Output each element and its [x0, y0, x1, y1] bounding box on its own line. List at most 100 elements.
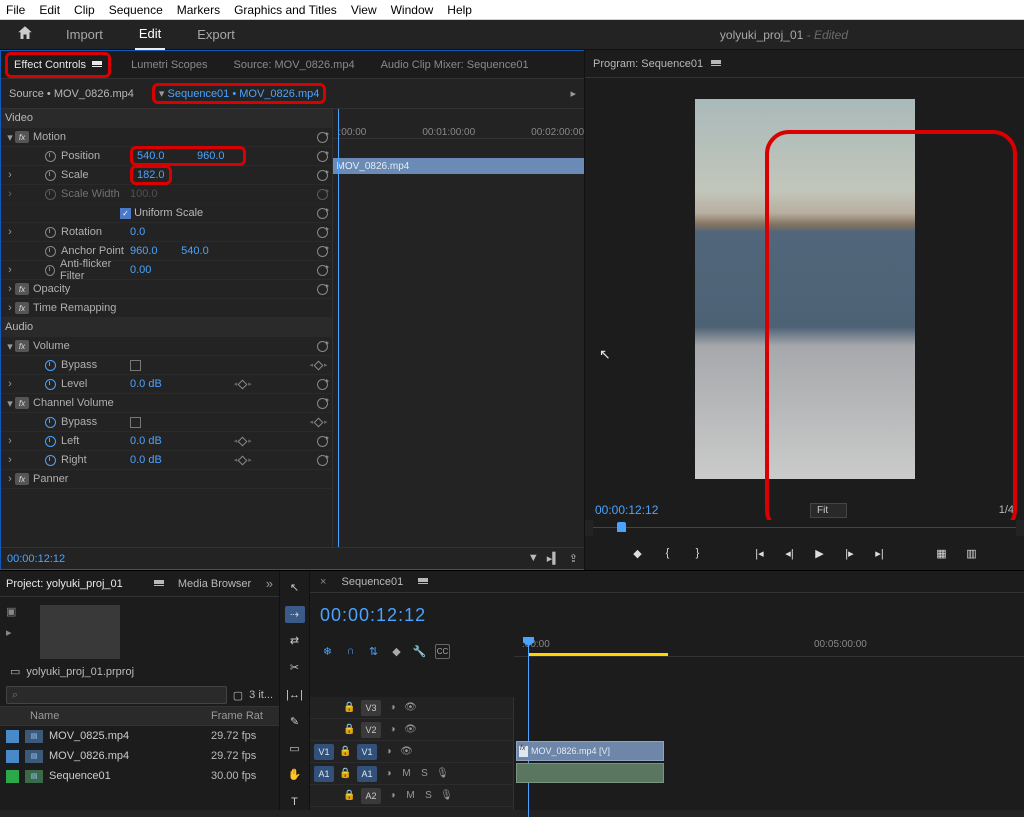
stopwatch-icon[interactable]: [45, 227, 56, 238]
out-point-icon[interactable]: }: [690, 545, 706, 561]
toggle-output-icon[interactable]: ◑: [386, 724, 399, 735]
keyframe-icon[interactable]: [314, 360, 324, 370]
panel-menu-icon[interactable]: [92, 61, 102, 69]
keyframe-icon[interactable]: [238, 436, 248, 446]
linked-sel-icon[interactable]: ⇅: [366, 644, 381, 659]
in-point-icon[interactable]: {: [660, 545, 676, 561]
type-tool-icon[interactable]: T: [285, 793, 305, 810]
motion-effect[interactable]: ▾fx Motion: [1, 128, 332, 147]
menu-view[interactable]: View: [351, 3, 377, 17]
toggle-output-icon[interactable]: ◑: [386, 702, 399, 713]
zoom-dropdown[interactable]: Fit: [810, 503, 847, 518]
preview-thumb[interactable]: [40, 605, 120, 659]
camera-icon[interactable]: ▣: [6, 605, 16, 618]
tab-media-browser[interactable]: Media Browser: [178, 578, 251, 590]
step-fwd-icon[interactable]: |▸: [842, 545, 858, 561]
timeline-playhead-line[interactable]: [528, 637, 529, 817]
stopwatch-icon[interactable]: [45, 265, 55, 276]
settings-icon[interactable]: 🔧: [412, 644, 427, 659]
reset-icon[interactable]: [317, 284, 328, 295]
stopwatch-icon[interactable]: [45, 360, 56, 371]
ws-edit[interactable]: Edit: [135, 19, 165, 50]
checkbox-icon[interactable]: ✓: [120, 208, 131, 219]
reset-icon[interactable]: [317, 170, 328, 181]
position-y[interactable]: 960.0: [197, 150, 239, 162]
reset-icon[interactable]: [317, 265, 328, 276]
channel-volume-effect[interactable]: ▾fx Channel Volume: [1, 394, 332, 413]
goto-out-icon[interactable]: ▸|: [872, 545, 888, 561]
lock-icon[interactable]: 🔒: [339, 746, 352, 757]
timeline-tc[interactable]: 00:00:12:12: [320, 605, 426, 626]
play-only-icon[interactable]: ▸: [570, 87, 576, 100]
panner-effect[interactable]: ›fx Panner: [1, 470, 332, 489]
reset-icon[interactable]: [317, 151, 328, 162]
bin-icon[interactable]: ▭: [10, 665, 20, 678]
asset-row[interactable]: ▤ Sequence01 30.00 fps: [0, 766, 279, 786]
lock-icon[interactable]: 🔒: [343, 724, 356, 735]
search-input[interactable]: [6, 686, 227, 704]
audio-clip[interactable]: [516, 763, 664, 783]
track-v2[interactable]: 🔒 V2 ◑ 👁: [310, 719, 513, 741]
stopwatch-icon[interactable]: [45, 455, 56, 466]
goto-in-icon[interactable]: |◂: [752, 545, 768, 561]
razor-tool-icon[interactable]: ✂: [285, 659, 305, 676]
tab-project[interactable]: Project: yolyuki_proj_01: [6, 578, 123, 590]
toggle-output-icon[interactable]: ◑: [382, 768, 395, 779]
lock-icon[interactable]: 🔒: [339, 768, 352, 779]
track-a1[interactable]: A1 🔒 A1 ◑ MS 🎙: [310, 763, 513, 785]
reset-icon[interactable]: [317, 379, 328, 390]
tab-source[interactable]: Source: MOV_0826.mp4: [228, 55, 361, 75]
reset-icon[interactable]: [317, 455, 328, 466]
video-clip[interactable]: fx MOV_0826.mp4 [V]: [516, 741, 664, 761]
panel-menu-icon[interactable]: [154, 580, 164, 588]
ws-import[interactable]: Import: [62, 20, 107, 49]
ws-export[interactable]: Export: [193, 20, 239, 49]
reset-icon[interactable]: [317, 208, 328, 219]
toggle-output-icon[interactable]: ◑: [386, 790, 399, 801]
snap-icon[interactable]: ❄: [320, 644, 335, 659]
lift-icon[interactable]: ▦: [934, 545, 950, 561]
new-bin-icon[interactable]: ▢: [233, 689, 243, 702]
mic-icon[interactable]: 🎙: [440, 790, 453, 801]
reset-icon[interactable]: [317, 132, 328, 143]
stopwatch-icon[interactable]: [45, 246, 56, 257]
stopwatch-icon[interactable]: [45, 151, 56, 162]
reset-icon[interactable]: [317, 341, 328, 352]
keyframe-icon[interactable]: [238, 379, 248, 389]
hand-tool-icon[interactable]: ✋: [285, 766, 305, 783]
panel-menu-icon[interactable]: [711, 60, 721, 68]
tab-lumetri[interactable]: Lumetri Scopes: [125, 55, 213, 75]
ripple-tool-icon[interactable]: ⇄: [285, 633, 305, 650]
timeremap-effect[interactable]: ›fx Time Remapping: [1, 299, 332, 318]
program-scale[interactable]: 1/4: [999, 504, 1014, 516]
menu-edit[interactable]: Edit: [39, 3, 60, 17]
reset-icon[interactable]: [317, 246, 328, 257]
lock-icon[interactable]: 🔒: [343, 790, 356, 801]
home-icon[interactable]: [16, 24, 34, 45]
play-seg-icon[interactable]: ▸▍: [547, 552, 561, 565]
work-area-bar[interactable]: [528, 653, 668, 656]
source-patch-v1[interactable]: V1: [314, 744, 334, 760]
checkbox-empty[interactable]: [130, 360, 141, 371]
seq-clip-label[interactable]: ▾ Sequence01 • MOV_0826.mp4: [152, 83, 326, 104]
position-x[interactable]: 540.0: [137, 150, 179, 162]
play-icon[interactable]: ▶: [812, 545, 828, 561]
timeline-ruler[interactable]: :00:00 00:05:00:00: [514, 637, 1024, 657]
scale-value[interactable]: 182.0: [137, 169, 165, 181]
menu-sequence[interactable]: Sequence: [109, 3, 163, 17]
stopwatch-icon[interactable]: [45, 379, 56, 390]
ec-timecode[interactable]: 00:00:12:12: [7, 553, 65, 565]
mic-icon[interactable]: 🎙: [436, 768, 449, 779]
rectangle-tool-icon[interactable]: ▭: [285, 740, 305, 757]
label-swatch[interactable]: [6, 730, 19, 743]
keyframe-icon[interactable]: [314, 417, 324, 427]
uniform-scale[interactable]: ✓ Uniform Scale: [1, 204, 332, 223]
play-thumb-icon[interactable]: ▸: [6, 626, 16, 639]
menu-file[interactable]: File: [6, 3, 25, 17]
keyframe-icon[interactable]: [238, 455, 248, 465]
rotation-value[interactable]: 0.0: [130, 226, 172, 238]
cc-icon[interactable]: CC: [435, 644, 450, 659]
menu-clip[interactable]: Clip: [74, 3, 95, 17]
program-tc[interactable]: 00:00:12:12: [595, 503, 658, 517]
tab-effect-controls[interactable]: Effect Controls: [5, 52, 111, 78]
